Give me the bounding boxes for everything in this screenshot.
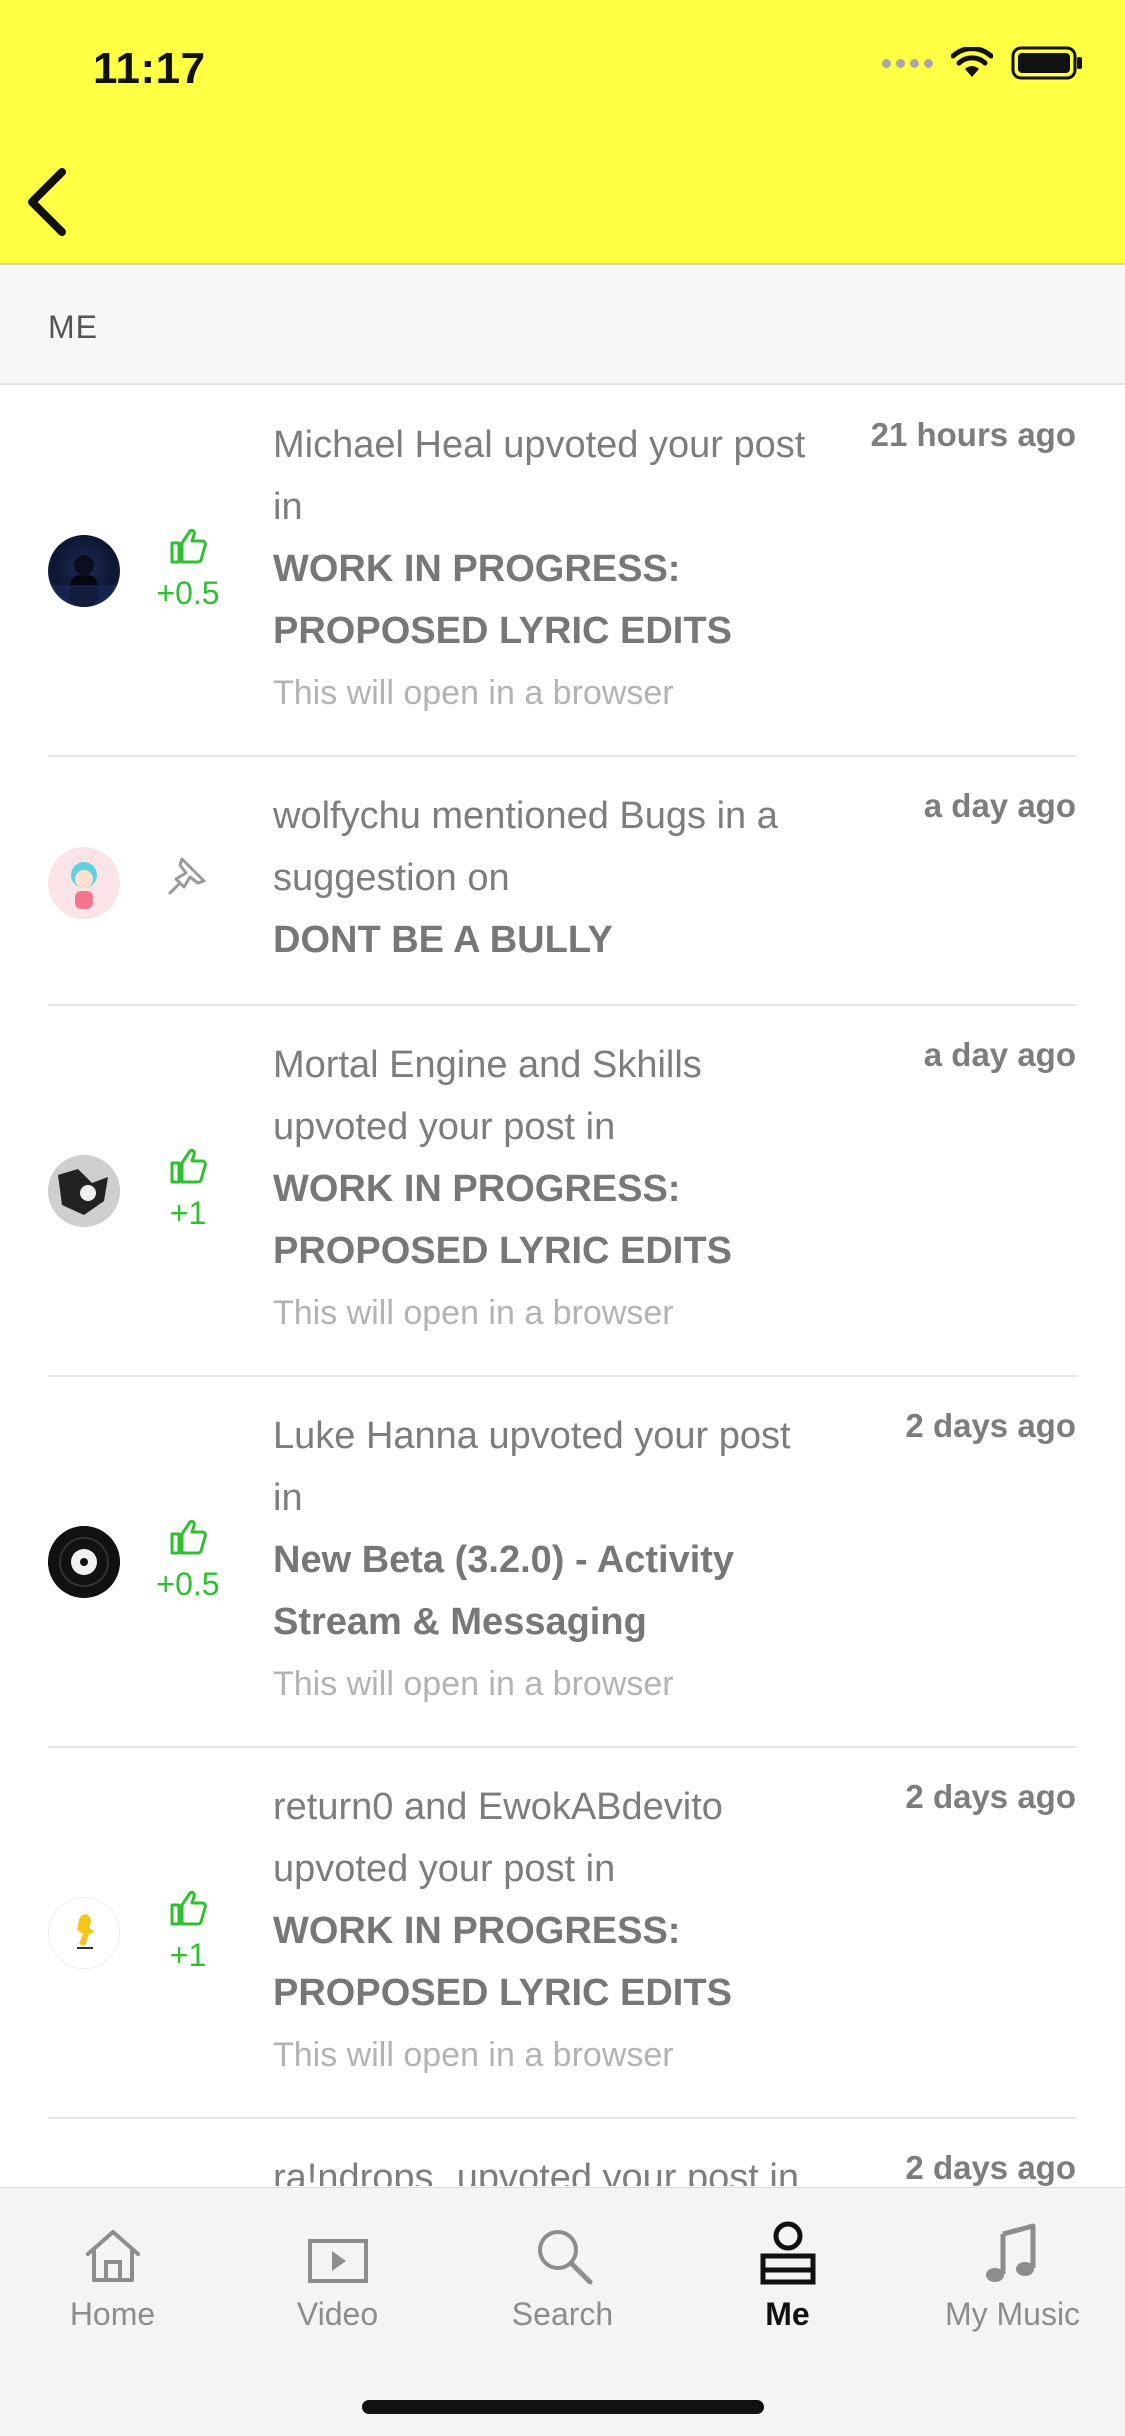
timestamp: a day ago bbox=[923, 787, 1076, 824]
tab-label: Video bbox=[296, 2296, 379, 2332]
item-text: return0 and EwokABdevito upvoted your po… bbox=[273, 1776, 873, 2082]
browser-hint: This will open in a browser bbox=[273, 674, 674, 712]
activity-feed[interactable]: +0.5 Michael Heal upvoted your post in W… bbox=[0, 386, 1125, 2186]
item-text: Luke Hanna upvoted your post in New Beta… bbox=[273, 1405, 873, 1711]
post-title-line-1[interactable]: WORK IN PROGRESS: bbox=[273, 1900, 873, 1962]
home-icon bbox=[85, 2230, 140, 2282]
item-text: wolfychu mentioned Bugs in a suggestion … bbox=[273, 785, 873, 971]
item-text: Michael Heal upvoted your post in WORK I… bbox=[273, 414, 873, 720]
timestamp: 2 days ago bbox=[905, 2149, 1076, 2186]
search-icon bbox=[537, 2230, 592, 2285]
timestamp: 21 hours ago bbox=[870, 416, 1076, 453]
section-title: ME bbox=[48, 309, 98, 345]
timestamp: 2 days ago bbox=[905, 1407, 1076, 1444]
post-title-line-1[interactable]: WORK IN PROGRESS: bbox=[273, 538, 873, 600]
score-label: +1 bbox=[169, 1937, 207, 1973]
feed-item[interactable]: +0.5 Michael Heal upvoted your post in W… bbox=[0, 386, 1125, 757]
thumbs-up-icon bbox=[170, 1148, 207, 1184]
item-line-2: upvoted your post in bbox=[273, 1848, 616, 1890]
thumbs-up-icon bbox=[170, 528, 207, 564]
back-chevron-icon[interactable] bbox=[20, 160, 90, 240]
feed-item[interactable]: +1 Mortal Engine and Skhills upvoted you… bbox=[0, 1006, 1125, 1377]
tab-me[interactable]: Me bbox=[675, 2216, 900, 2333]
item-text: ra!ndropsˎ upvoted your post in bbox=[273, 2147, 873, 2186]
thumbs-up-icon bbox=[170, 1890, 207, 1926]
status-time: 11:17 bbox=[93, 44, 206, 93]
post-title-line-1[interactable]: New Beta (3.2.0) - Activity bbox=[273, 1529, 873, 1591]
upvote-indicator: +0.5 bbox=[140, 526, 236, 612]
item-line-1: Mortal Engine and Skhills bbox=[273, 1044, 702, 1086]
post-title-line-2[interactable]: PROPOSED LYRIC EDITS bbox=[273, 1220, 873, 1282]
timestamp: 2 days ago bbox=[905, 1778, 1076, 1815]
video-icon bbox=[307, 2239, 368, 2283]
pin-indicator bbox=[140, 853, 236, 902]
browser-hint: This will open in a browser bbox=[273, 1294, 674, 1332]
tab-label: Search bbox=[511, 2296, 614, 2332]
post-title-line-2[interactable]: PROPOSED LYRIC EDITS bbox=[273, 600, 873, 662]
tab-video[interactable]: Video bbox=[225, 2216, 450, 2333]
battery-icon bbox=[1011, 46, 1082, 80]
tab-label: My Music bbox=[944, 2296, 1081, 2332]
upvote-indicator: +1 bbox=[140, 1888, 236, 1974]
feed-item[interactable]: ra!ndropsˎ upvoted your post in 2 days a… bbox=[0, 2119, 1125, 2186]
post-title-line-2[interactable]: PROPOSED LYRIC EDITS bbox=[273, 1962, 873, 2024]
tab-my-music[interactable]: My Music bbox=[900, 2216, 1125, 2333]
timestamp: a day ago bbox=[923, 1036, 1076, 1073]
wifi-icon bbox=[951, 47, 993, 77]
item-line-1: wolfychu mentioned Bugs in a bbox=[273, 795, 778, 837]
header-bar: 11:17 bbox=[0, 0, 1125, 265]
pin-icon bbox=[168, 857, 206, 895]
browser-hint: This will open in a browser bbox=[273, 2036, 674, 2074]
feed-item[interactable]: wolfychu mentioned Bugs in a suggestion … bbox=[0, 757, 1125, 1006]
score-label: +1 bbox=[169, 1195, 207, 1231]
score-label: +0.5 bbox=[156, 575, 220, 611]
avatar bbox=[48, 1526, 120, 1598]
person-icon bbox=[760, 2221, 815, 2285]
section-header: ME bbox=[0, 265, 1125, 385]
tab-bar: Home Video Search Me My Music bbox=[0, 2187, 1125, 2436]
item-text: Mortal Engine and Skhills upvoted your p… bbox=[273, 1034, 873, 1340]
score-label: +0.5 bbox=[156, 1566, 220, 1602]
upvote-indicator: +0.5 bbox=[140, 1517, 236, 1603]
item-line-2: suggestion on bbox=[273, 857, 510, 899]
feed-item[interactable]: +1 return0 and EwokABdevito upvoted your… bbox=[0, 1748, 1125, 2119]
post-title-line-2[interactable]: Stream & Messaging bbox=[273, 1591, 873, 1653]
avatar bbox=[48, 535, 120, 607]
item-line-2: in bbox=[273, 486, 303, 528]
item-line-2: in bbox=[273, 1477, 303, 1519]
tab-home[interactable]: Home bbox=[0, 2216, 225, 2333]
tab-search[interactable]: Search bbox=[450, 2216, 675, 2333]
browser-hint: This will open in a browser bbox=[273, 1665, 674, 1703]
post-title-line-1[interactable]: DONT BE A BULLY bbox=[273, 909, 873, 971]
item-line-1: ra!ndropsˎ upvoted your post in bbox=[273, 2157, 799, 2186]
cellular-signal-icon bbox=[882, 58, 933, 68]
avatar bbox=[48, 1155, 120, 1227]
tab-label: Home bbox=[69, 2296, 156, 2332]
home-indicator bbox=[362, 2400, 764, 2414]
tab-label: Me bbox=[765, 2296, 810, 2332]
feed-item[interactable]: +0.5 Luke Hanna upvoted your post in New… bbox=[0, 1377, 1125, 1748]
item-line-1: Michael Heal upvoted your post bbox=[273, 424, 806, 466]
avatar bbox=[48, 847, 120, 919]
status-icons bbox=[882, 46, 1083, 80]
post-title-line-1[interactable]: WORK IN PROGRESS: bbox=[273, 1158, 873, 1220]
avatar bbox=[48, 1897, 120, 1969]
item-line-2: upvoted your post in bbox=[273, 1106, 616, 1148]
item-line-1: return0 and EwokABdevito bbox=[273, 1786, 723, 1828]
item-line-1: Luke Hanna upvoted your post bbox=[273, 1415, 791, 1457]
music-note-icon bbox=[985, 2223, 1035, 2282]
thumbs-up-icon bbox=[170, 1519, 207, 1555]
upvote-indicator: +1 bbox=[140, 1146, 236, 1232]
